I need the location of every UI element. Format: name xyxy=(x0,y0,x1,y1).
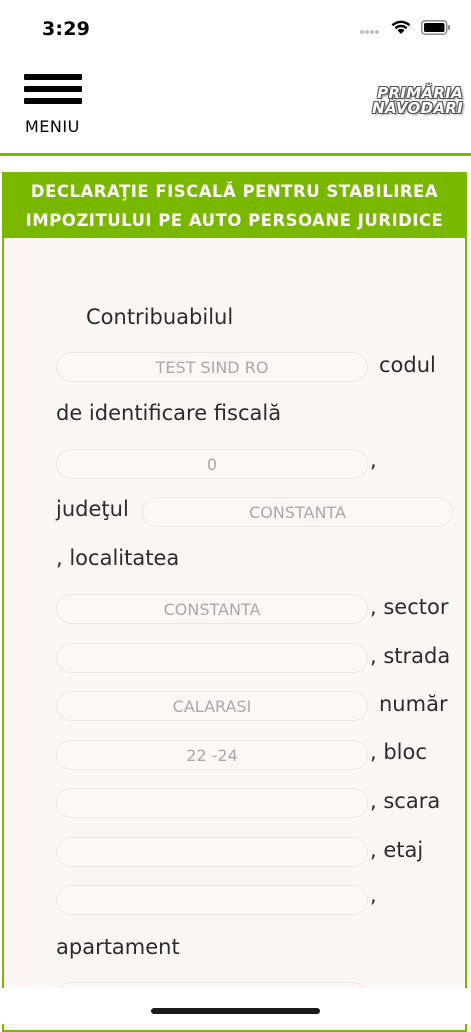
cod-fiscal-input[interactable]: 0 xyxy=(56,449,368,479)
label-scara: , scara xyxy=(370,789,441,813)
home-indicator[interactable] xyxy=(151,1008,320,1014)
signal-icon xyxy=(359,20,381,39)
form-title: DECLARAŢIE FISCALĂ PENTRU STABILIREA IMP… xyxy=(4,174,465,238)
label-judetul: judeţul xyxy=(56,497,129,521)
primaria-navodari-logo: PRIMĂRIA NĂVODARI xyxy=(372,84,463,117)
home-indicator-area xyxy=(0,988,471,1024)
menu-button[interactable]: MENIU xyxy=(24,74,86,140)
sector-input[interactable] xyxy=(56,643,368,673)
bloc-input[interactable] xyxy=(56,788,368,818)
label-contribuabil: Contribuabilul xyxy=(86,305,234,329)
header-divider xyxy=(0,153,471,156)
contribuabil-input[interactable]: TEST SIND RO xyxy=(56,352,368,382)
label-sector: , sector xyxy=(370,595,449,619)
menu-label: MENIU xyxy=(25,117,80,136)
status-icons xyxy=(359,20,451,39)
label-apartament: apartament xyxy=(56,935,180,959)
judet-input[interactable]: CONSTANTA xyxy=(142,497,453,527)
etaj-input[interactable] xyxy=(56,885,368,915)
localitate-input[interactable]: CONSTANTA xyxy=(56,594,368,624)
status-time: 3:29 xyxy=(42,18,91,40)
wifi-icon xyxy=(391,20,411,39)
label-codul: codul xyxy=(379,353,436,377)
status-bar: 3:29 xyxy=(0,0,471,58)
label-numar: număr xyxy=(379,692,448,716)
hamburger-icon xyxy=(24,74,86,104)
declaration-form: DECLARAŢIE FISCALĂ PENTRU STABILIREA IMP… xyxy=(2,172,467,1032)
numar-input[interactable]: 22 -24 xyxy=(56,740,368,770)
label-bloc: , bloc xyxy=(370,740,427,764)
label-cod-fiscal: de identificare fiscală xyxy=(56,401,282,425)
label-etaj: , etaj xyxy=(370,838,424,862)
label-comma-1: , xyxy=(370,448,377,472)
label-strada: , strada xyxy=(370,644,451,668)
app-header: MENIU PRIMĂRIA NĂVODARI xyxy=(0,58,471,154)
label-comma-2: , xyxy=(370,883,377,907)
scara-input[interactable] xyxy=(56,837,368,867)
strada-input[interactable]: CALARASI xyxy=(56,691,368,721)
battery-icon xyxy=(421,20,451,39)
label-localitatea: , localitatea xyxy=(56,546,180,570)
